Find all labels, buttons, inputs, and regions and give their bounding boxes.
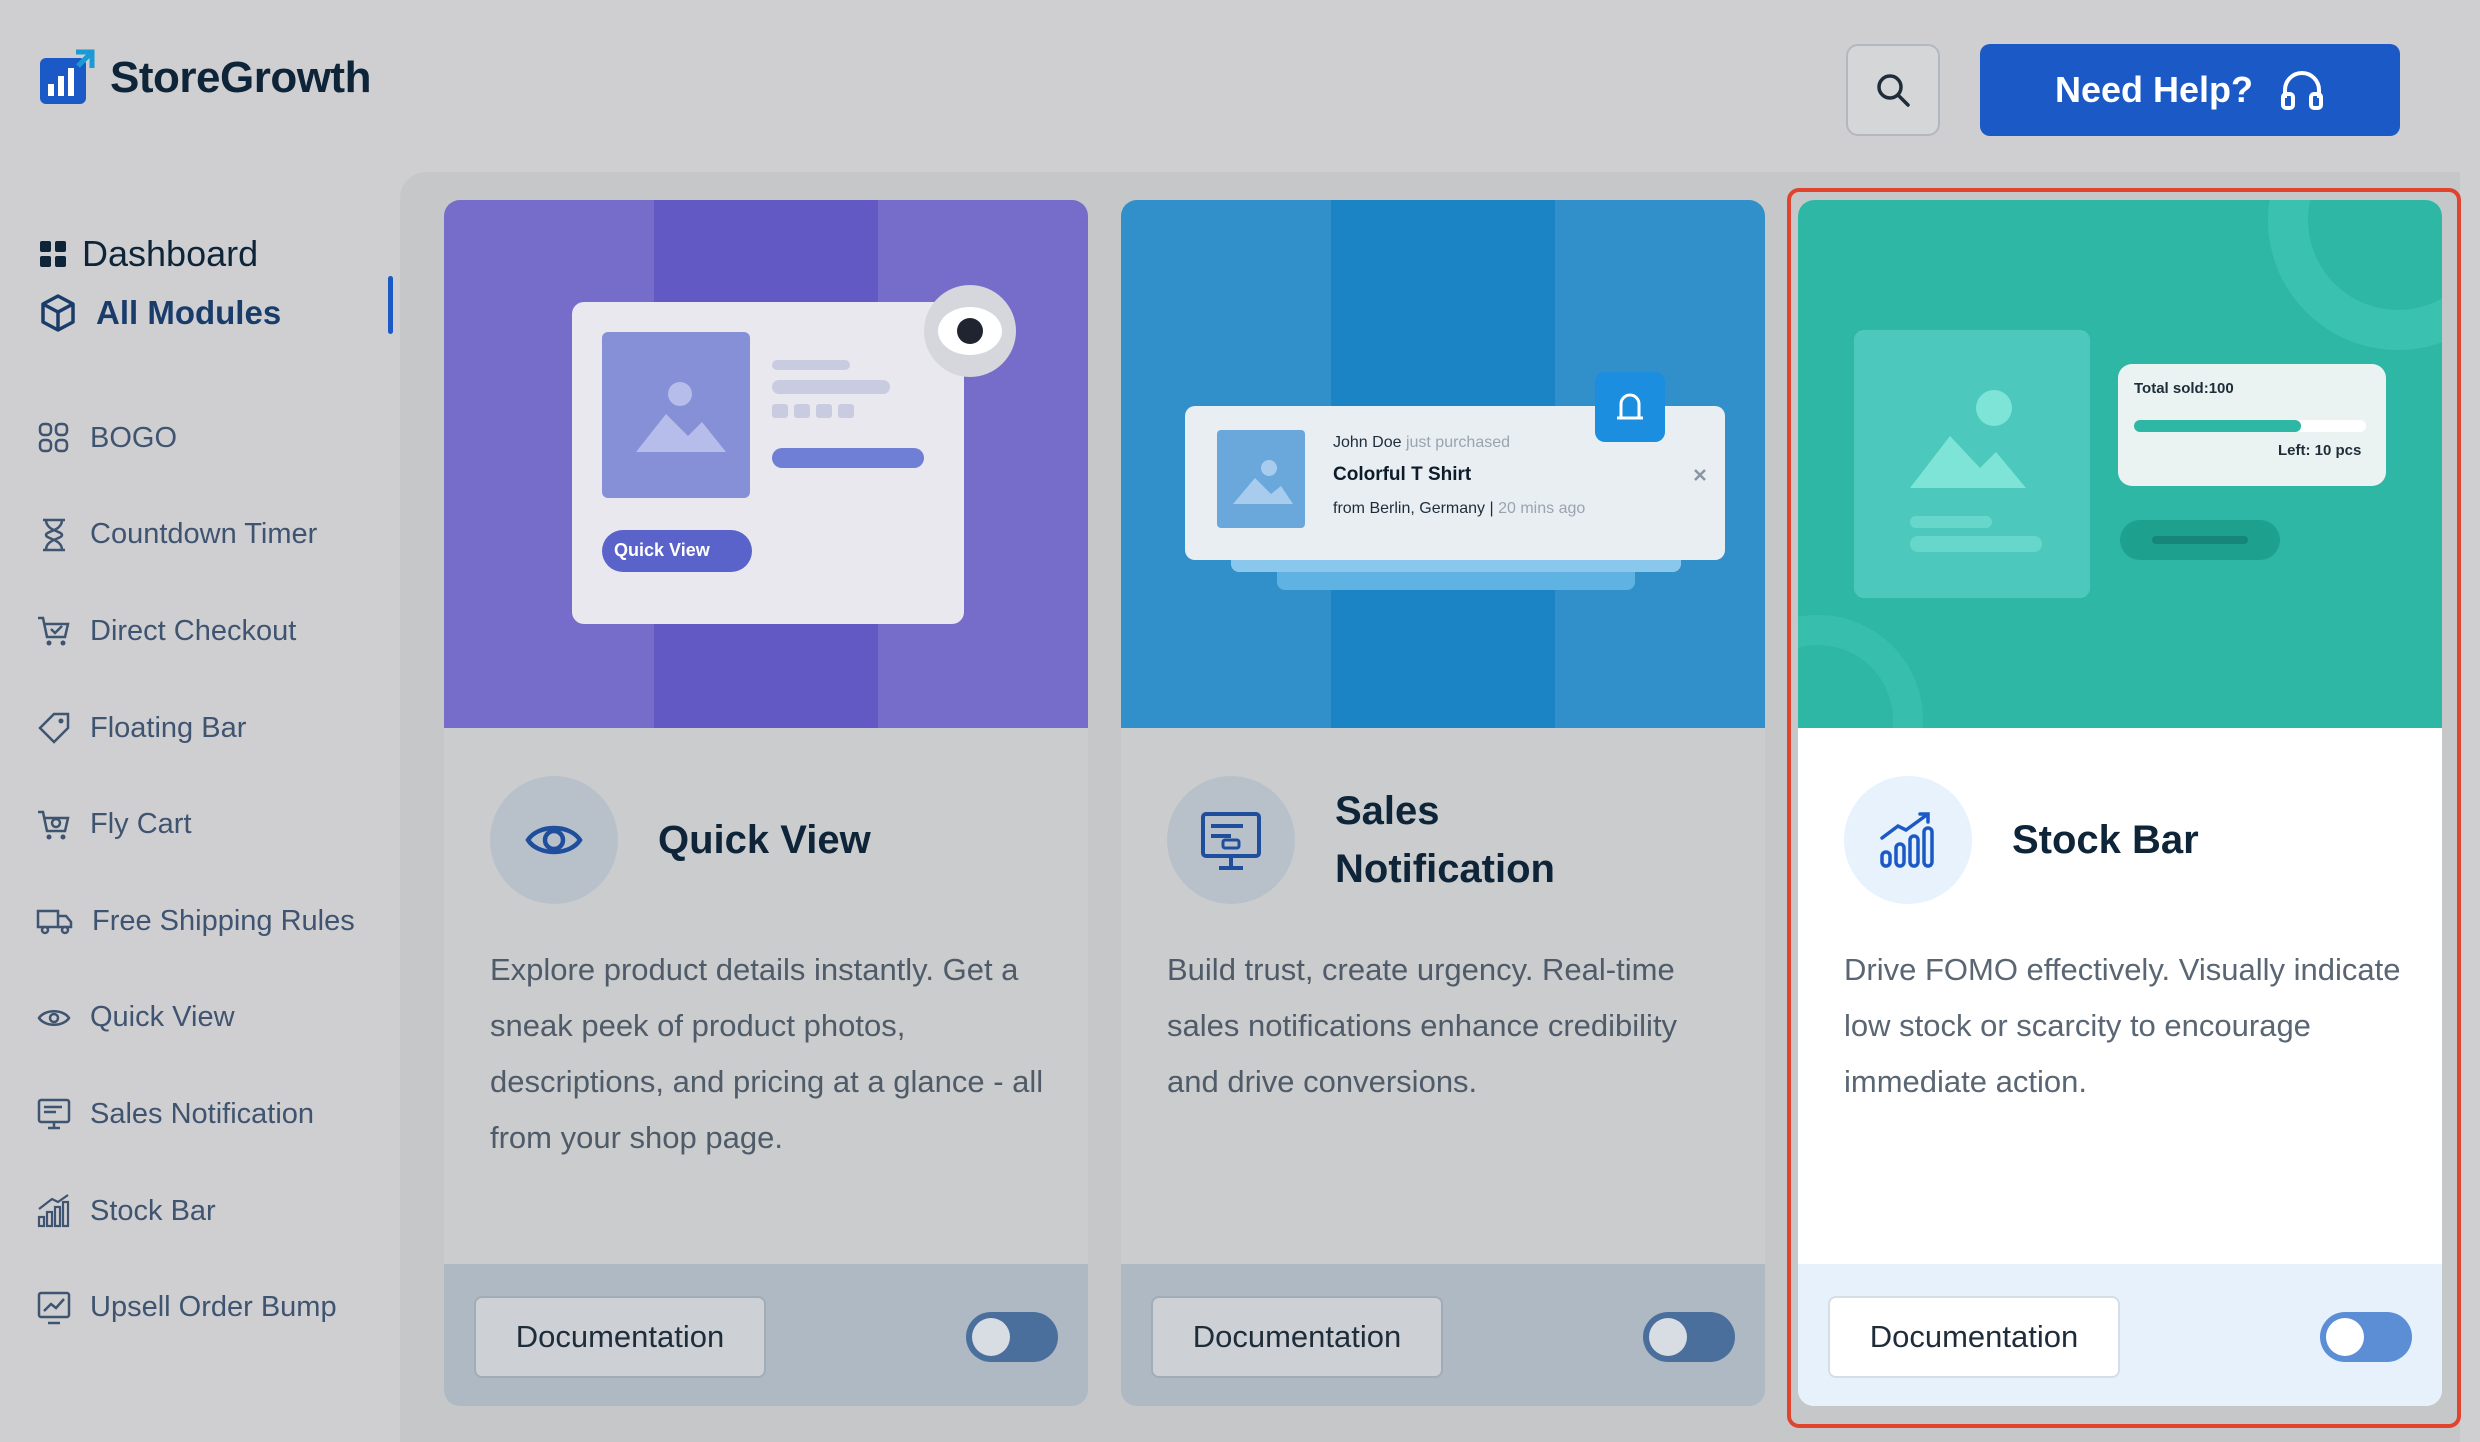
cart-check-icon	[38, 617, 70, 646]
cube-icon	[41, 294, 75, 332]
bar-chart-icon	[37, 1194, 70, 1228]
product-name: Colorful T Shirt	[1333, 464, 1472, 485]
search-icon	[1877, 74, 1910, 107]
eye-icon	[37, 1009, 71, 1026]
card-body: Sales Notification Build trust, create u…	[1121, 728, 1765, 1264]
quick-view-banner: Quick View	[444, 200, 1088, 728]
search-button[interactable]	[1846, 44, 1940, 136]
card-description: Build trust, create urgency. Real-time s…	[1167, 952, 1678, 1099]
cart-icon	[38, 810, 70, 840]
top-header: StoreGrowth Need Help?	[0, 0, 2480, 170]
logo-icon	[40, 49, 95, 104]
sidebar-item-countdown-timer[interactable]: Countdown Timer	[36, 487, 355, 584]
sidebar-item-fly-cart[interactable]: Fly Cart	[36, 776, 355, 873]
sales-notification-banner: John Doe just purchased Colorful T Shirt…	[1121, 200, 1765, 728]
monitor-icon	[37, 1099, 71, 1130]
separator-text: |	[1489, 500, 1494, 517]
sidebar-item-floating-bar[interactable]: Floating Bar	[36, 680, 355, 777]
sidebar-item-label: Stock Bar	[90, 1194, 216, 1227]
sidebar-item-label: Fly Cart	[90, 808, 192, 841]
card-footer: Documentation	[1121, 1264, 1765, 1406]
card-icon-circle	[1167, 776, 1295, 904]
truck-icon	[36, 910, 73, 935]
sidebar-item-sales-notification[interactable]: Sales Notification	[36, 1066, 355, 1163]
sidebar-item-label: Quick View	[90, 1001, 235, 1034]
module-list: BOGO Countdown Timer Direct Checkout Flo…	[36, 390, 355, 1356]
toggle-knob	[972, 1318, 1010, 1356]
nav-all-modules-label: All Modules	[96, 294, 282, 331]
module-toggle[interactable]	[966, 1312, 1058, 1362]
sidebar-item-quick-view[interactable]: Quick View	[36, 970, 355, 1067]
sidebar-item-label: Direct Checkout	[90, 614, 297, 647]
documentation-button[interactable]: Documentation	[474, 1296, 766, 1378]
eye-icon	[525, 825, 583, 855]
nav-all-modules[interactable]: All Modules	[38, 284, 281, 342]
nav-dashboard-label: Dashboard	[82, 233, 259, 274]
purchase-action: just purchased	[1405, 434, 1511, 451]
sidebar-item-bogo[interactable]: BOGO	[36, 390, 355, 487]
sidebar-item-stock-bar[interactable]: Stock Bar	[36, 1163, 355, 1260]
buyer-name: John Doe	[1333, 434, 1402, 451]
nav-dashboard[interactable]: Dashboard	[38, 226, 281, 282]
card-title: Quick View	[658, 818, 871, 862]
monitor-icon	[1201, 812, 1261, 870]
sidebar-item-label: Sales Notification	[90, 1097, 315, 1130]
sidebar-item-label: Upsell Order Bump	[90, 1291, 337, 1324]
trend-icon	[37, 1291, 71, 1324]
grid-icon	[40, 241, 66, 267]
location-text: from Berlin, Germany	[1333, 500, 1486, 517]
quick-view-pill-label: Quick View	[614, 540, 710, 560]
documentation-button[interactable]: Documentation	[1151, 1296, 1443, 1378]
app-name: StoreGrowth	[110, 53, 371, 102]
quick-view-illustration	[444, 200, 1088, 728]
sidebar: Dashboard All Modules BOGO Countdown Tim…	[0, 170, 400, 1442]
card-footer: Documentation	[444, 1264, 1088, 1406]
card-title-line2: Notification	[1335, 847, 1555, 891]
card-description: Explore product details instantly. Get a…	[490, 952, 1044, 1155]
module-card-quick-view: Quick View Quick View Explore product de…	[444, 200, 1088, 1406]
storegrowth-logo[interactable]: StoreGrowth	[36, 48, 371, 108]
need-help-button[interactable]: Need Help?	[1980, 44, 2400, 136]
sidebar-item-upsell-order-bump[interactable]: Upsell Order Bump	[36, 1259, 355, 1356]
sidebar-item-free-shipping-rules[interactable]: Free Shipping Rules	[36, 873, 355, 970]
card-title-line1: Sales	[1335, 789, 1440, 833]
hourglass-icon	[43, 518, 65, 552]
sidebar-item-direct-checkout[interactable]: Direct Checkout	[36, 583, 355, 680]
sidebar-item-label: Floating Bar	[90, 711, 247, 744]
app-root: StoreGrowth Need Help? Dashboard All Mod…	[0, 0, 2480, 1442]
toggle-knob	[1649, 1318, 1687, 1356]
active-indicator	[388, 276, 393, 334]
sidebar-item-label: BOGO	[90, 421, 178, 454]
need-help-label: Need Help?	[2054, 69, 2254, 110]
sidebar-item-label: Countdown Timer	[90, 518, 318, 551]
bogo-icon	[38, 423, 69, 453]
card-body: Quick View Explore product details insta…	[444, 728, 1088, 1264]
time-text: 20 mins ago	[1498, 500, 1586, 517]
module-toggle[interactable]	[1643, 1312, 1735, 1362]
card-icon-circle	[490, 776, 618, 904]
tag-icon	[38, 712, 70, 744]
card-title: Sales Notification	[1335, 782, 1555, 898]
headset-icon	[2281, 71, 2324, 110]
module-card-sales-notification: John Doe just purchased Colorful T Shirt…	[1121, 200, 1765, 1406]
sidebar-item-label: Free Shipping Rules	[92, 904, 355, 937]
highlight-frame	[1787, 188, 2461, 1428]
